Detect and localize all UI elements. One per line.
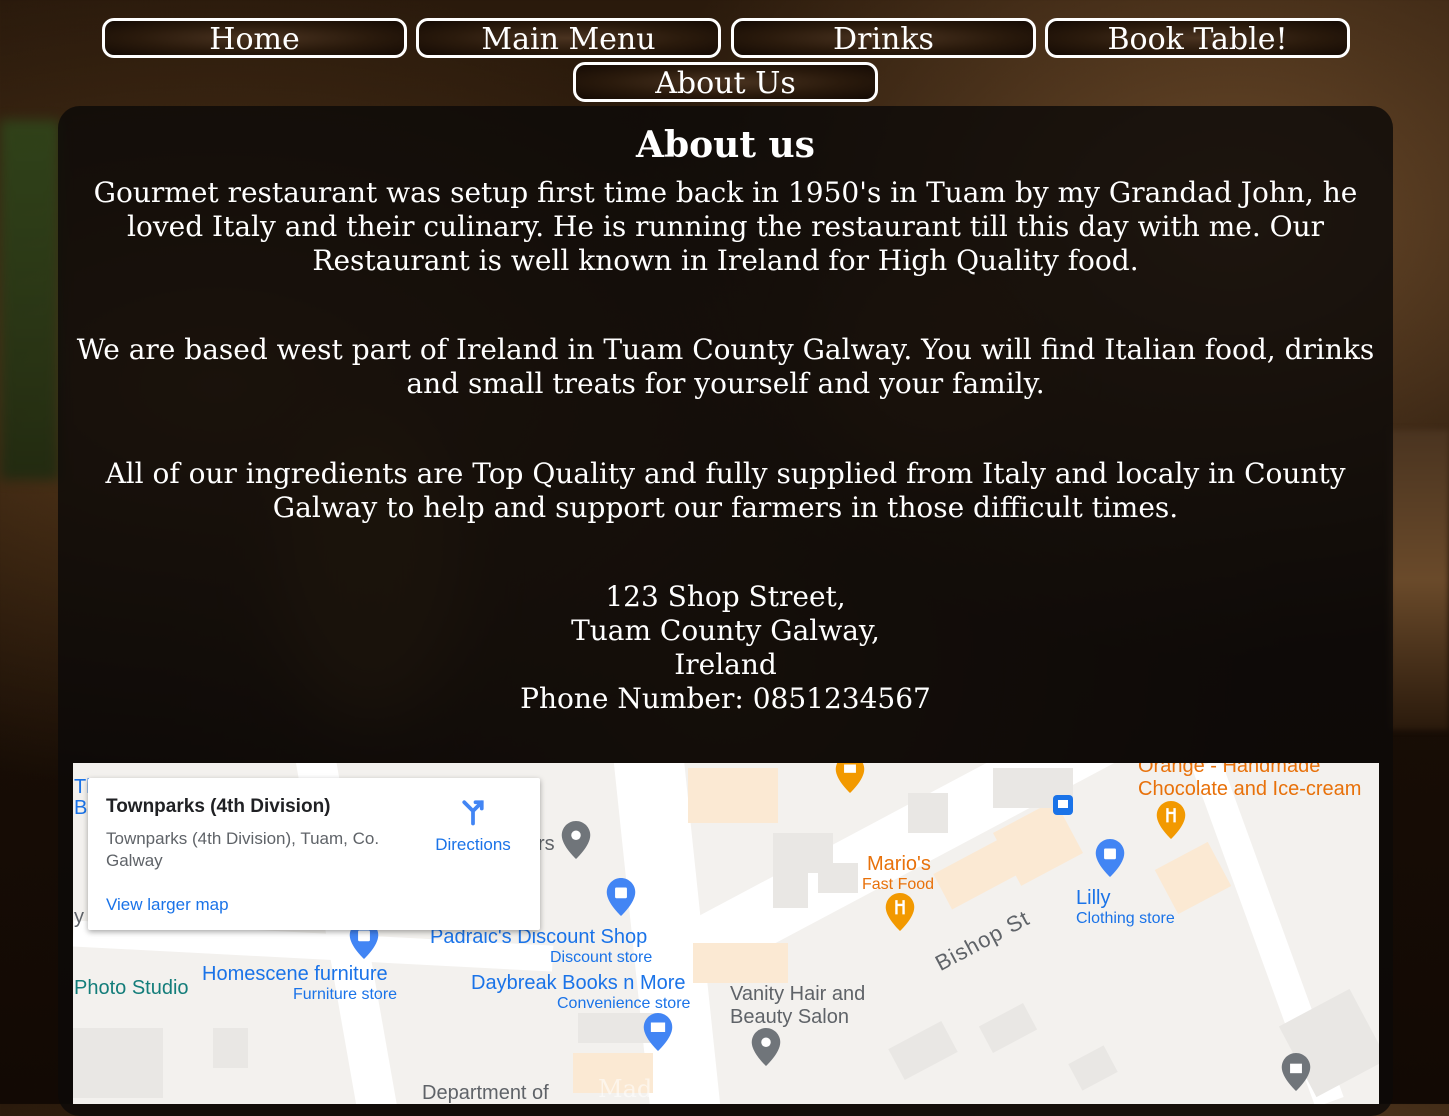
place-photo-studio[interactable]: Photo Studio — [74, 977, 189, 1000]
nav-book-table-button[interactable]: Book Table! — [1045, 18, 1350, 58]
place-name: Orange - Handmade — [1138, 763, 1321, 777]
view-larger-map-link[interactable]: View larger map — [106, 895, 229, 915]
map-building — [693, 943, 788, 983]
nav-home-label: Home — [209, 22, 300, 57]
place-name: Vanity Hair and — [730, 983, 866, 1005]
map-building — [978, 1003, 1038, 1053]
bus-stop-icon[interactable] — [1053, 795, 1073, 815]
background-plant — [0, 120, 60, 480]
place-orange-handmade[interactable]: Orange - Handmade Chocolate and Ice-crea… — [1138, 763, 1361, 801]
embedded-map[interactable]: Bishop St Padraic's Discount Shop Discou… — [73, 763, 1379, 1104]
restaurant-pin-icon[interactable] — [1156, 801, 1186, 839]
place-marios[interactable]: Mario's Fast Food — [862, 853, 934, 894]
about-paragraph-history: Gourmet restaurant was setup first time … — [93, 176, 1358, 277]
page-title: About us — [636, 124, 815, 166]
place-department[interactable]: Department of — [422, 1082, 549, 1104]
place-daybreak-books[interactable]: Daybreak Books n More Convenience store — [471, 972, 690, 1013]
shopping-bag-pin-icon[interactable] — [606, 878, 636, 916]
map-building — [1068, 1045, 1118, 1091]
place-lilly[interactable]: Lilly Clothing store — [1076, 887, 1175, 928]
shopping-bag-pin-icon[interactable] — [1095, 839, 1125, 877]
place-type: Convenience store — [557, 995, 691, 1012]
street-label-bishop-st: Bishop St — [930, 905, 1034, 976]
map-building — [73, 1028, 163, 1098]
address-line-town: Tuam County Galway, — [571, 614, 880, 647]
place-name: Department of — [422, 1082, 549, 1104]
map-place-title: Townparks (4th Division) — [106, 796, 331, 817]
place-type: Beauty Salon — [730, 1006, 849, 1028]
map-building — [213, 1028, 248, 1068]
place-name: Mario's — [867, 853, 931, 875]
place-padraics-discount-shop[interactable]: Padraic's Discount Shop Discount store — [430, 926, 652, 967]
partial-label: rs — [538, 833, 555, 855]
place-vanity-hair[interactable]: Vanity Hair and Beauty Salon — [730, 983, 865, 1029]
address-line-street: 123 Shop Street, — [605, 580, 846, 613]
cafe-pin-icon[interactable] — [835, 763, 865, 793]
restaurant-pin-icon[interactable] — [885, 893, 915, 931]
phone-number: Phone Number: 0851234567 — [520, 682, 931, 715]
about-paragraph-location: We are based west part of Ireland in Tua… — [76, 333, 1375, 400]
place-name: Photo Studio — [74, 977, 189, 999]
map-info-card: Townparks (4th Division) Townparks (4th … — [88, 778, 540, 930]
nav-book-table-label: Book Table! — [1107, 22, 1288, 57]
place-type: Discount store — [550, 949, 653, 966]
place-name: Homescene furniture — [202, 963, 388, 985]
map-place-address: Townparks (4th Division), Tuam, Co. Galw… — [106, 829, 380, 870]
place-type: Chocolate and Ice-cream — [1138, 778, 1362, 800]
nav-main-menu-button[interactable]: Main Menu — [416, 18, 721, 58]
place-type: Fast Food — [862, 876, 935, 893]
directions-button[interactable]: Directions — [428, 796, 518, 855]
map-building — [908, 793, 948, 833]
map-building — [818, 863, 858, 893]
nav-drinks-button[interactable]: Drinks — [731, 18, 1036, 58]
map-building — [773, 873, 808, 908]
place-name: Daybreak Books n More — [471, 972, 686, 994]
nav-about-us-button[interactable]: About Us — [573, 62, 878, 102]
place-homescene-furniture[interactable]: Homescene furniture Furniture store — [202, 963, 397, 1004]
directions-label: Directions — [435, 835, 511, 854]
nav-home-button[interactable]: Home — [102, 18, 407, 58]
map-building — [688, 768, 778, 823]
address-line-country: Ireland — [674, 648, 777, 681]
map-pin-icon[interactable] — [561, 821, 591, 859]
footer-credit: Made by — [598, 1075, 703, 1103]
map-pin-icon[interactable] — [751, 1028, 781, 1066]
about-paragraph-ingredients: All of our ingredients are Top Quality a… — [105, 457, 1346, 524]
map-building — [888, 1020, 958, 1081]
directions-icon — [462, 800, 484, 826]
place-name: Lilly — [1076, 887, 1111, 909]
store-pin-icon[interactable] — [643, 1013, 673, 1051]
place-type: Furniture store — [293, 986, 398, 1003]
background-shelf — [1389, 430, 1449, 730]
nav-about-us-label: About Us — [655, 66, 796, 101]
landmark-pin-icon[interactable] — [1281, 1053, 1311, 1091]
nav-main-menu-label: Main Menu — [481, 22, 656, 57]
nav-drinks-label: Drinks — [833, 22, 934, 57]
place-type: Clothing store — [1076, 910, 1175, 927]
